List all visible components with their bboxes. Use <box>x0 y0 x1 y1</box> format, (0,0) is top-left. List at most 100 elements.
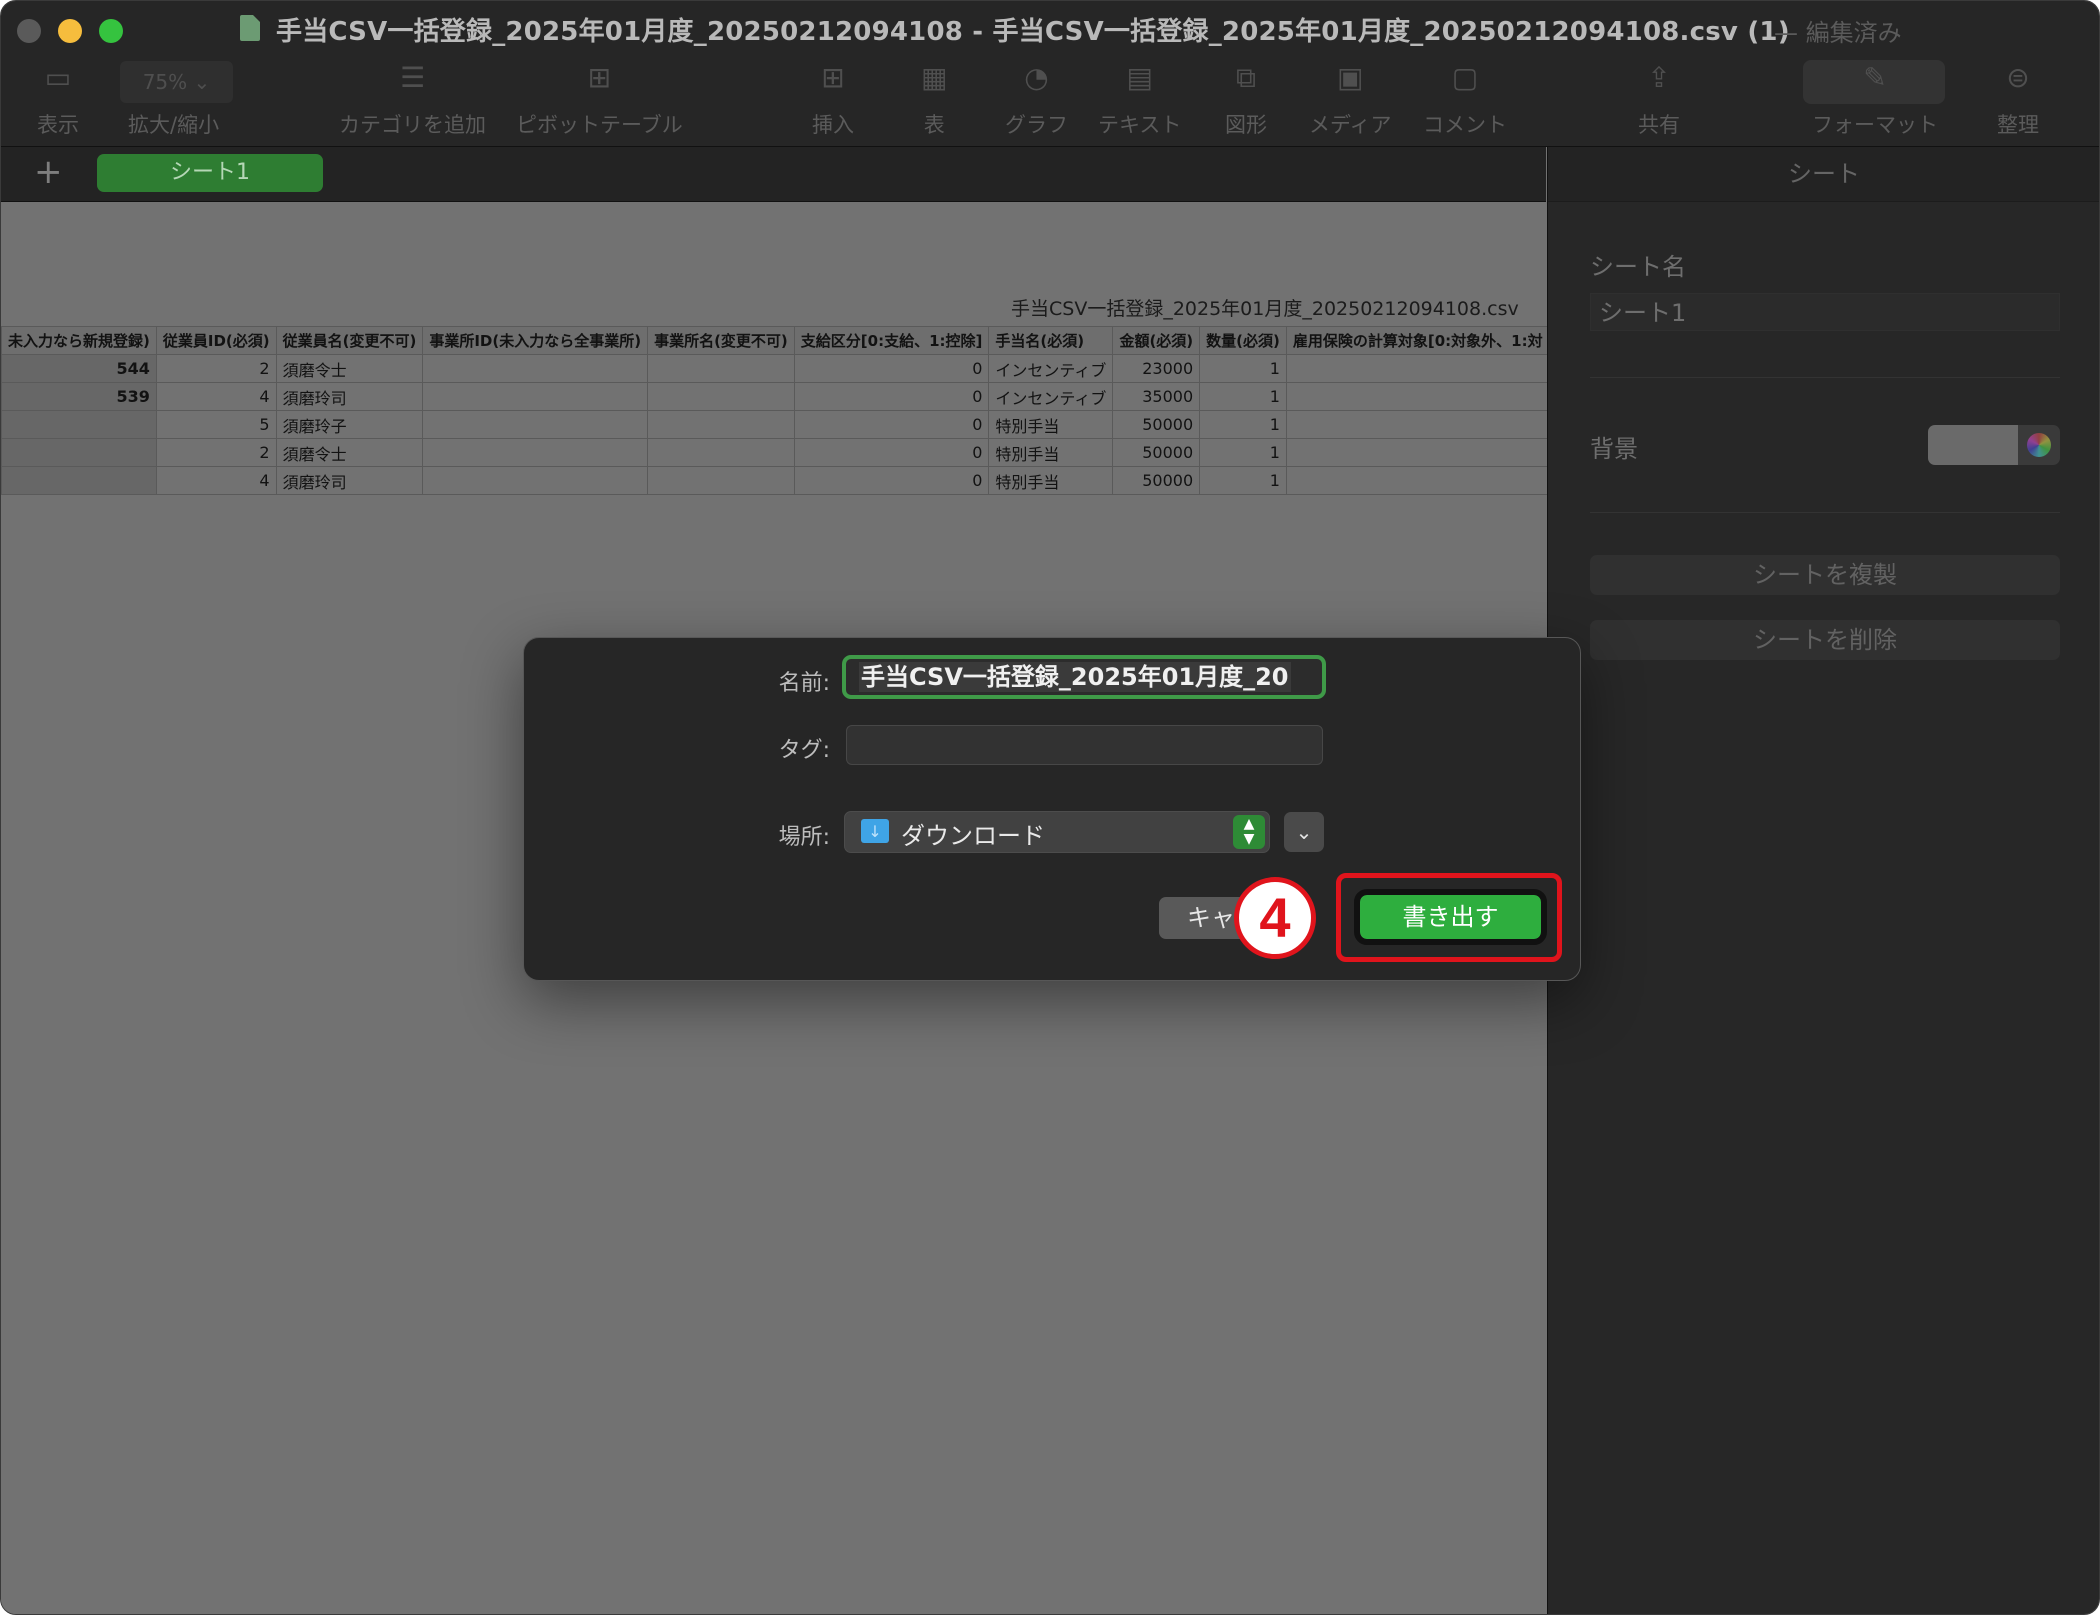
table-cell[interactable]: インセンティブ <box>988 382 1114 411</box>
table-cell[interactable]: 1 <box>1199 382 1287 411</box>
table-cell[interactable]: 0 <box>793 382 990 411</box>
table-cell[interactable]: 539 <box>1 382 157 411</box>
color-wheel-icon[interactable] <box>2018 425 2060 465</box>
toolbar-format-button[interactable]: ✎ フォーマット <box>1812 61 1938 139</box>
table-cell[interactable] <box>1 410 157 439</box>
toolbar-add-category-button[interactable]: ☰ カテゴリを追加 <box>339 61 486 139</box>
table-cell[interactable] <box>647 466 795 495</box>
toolbar-media-button[interactable]: ▣ メディア <box>1309 61 1392 139</box>
table-cell[interactable] <box>422 354 649 383</box>
table-cell[interactable]: 50000 <box>1112 466 1201 495</box>
table-cell[interactable]: 23000 <box>1112 354 1201 383</box>
tags-field[interactable] <box>846 725 1323 765</box>
table-cell[interactable]: 須磨玲司 <box>275 382 424 411</box>
file-name-text: 手当CSV一括登録_2025年01月度_20 <box>859 662 1291 692</box>
plus-icon[interactable]: + <box>34 152 63 192</box>
table-cell[interactable] <box>422 410 649 439</box>
chart-icon: ◔ <box>1024 61 1049 94</box>
window-title: 手当CSV一括登録_2025年01月度_20250212094108 - 手当C… <box>276 17 1790 47</box>
toolbar-chart-button[interactable]: ◔ グラフ <box>1005 61 1068 139</box>
minimize-window-button[interactable] <box>58 19 82 43</box>
column-header[interactable]: 未入力なら新規登録) <box>1 326 157 355</box>
table-cell[interactable]: 須磨玲司 <box>275 466 424 495</box>
table-title: 手当CSV一括登録_2025年01月度_20250212094108.csv <box>1011 298 1519 320</box>
location-value: ダウンロード <box>901 822 1045 850</box>
location-select[interactable]: ダウンロード ▲▼ <box>844 811 1270 853</box>
duplicate-sheet-button[interactable]: シートを複製 <box>1590 555 2060 595</box>
table-cell[interactable]: 4 <box>155 466 277 495</box>
table-cell[interactable]: 35000 <box>1112 382 1201 411</box>
column-header[interactable]: 金額(必須) <box>1112 326 1201 355</box>
toolbar-pivot-table-button[interactable]: ⊞ ピボットテーブル <box>516 61 683 139</box>
table-cell[interactable]: 須磨令士 <box>275 438 424 467</box>
inspector-tab-sheet[interactable]: シート <box>1548 147 2099 202</box>
toolbar-insert-button[interactable]: ⊞ 挿入 <box>812 61 854 139</box>
toolbar-comment-button[interactable]: ▢ コメント <box>1423 61 1507 139</box>
table-cell[interactable]: 特別手当 <box>988 410 1114 439</box>
column-header[interactable]: 支給区分[0:支給、1:控除] <box>793 326 990 355</box>
table-cell[interactable] <box>1285 354 1550 383</box>
table-cell[interactable]: 1 <box>1199 438 1287 467</box>
toolbar-shape-button[interactable]: ⧉ 図形 <box>1225 61 1267 139</box>
table-cell[interactable]: 1 <box>1199 354 1287 383</box>
table-cell[interactable] <box>647 410 795 439</box>
table-cell[interactable]: 1 <box>1199 410 1287 439</box>
table-cell[interactable] <box>422 438 649 467</box>
table-cell[interactable]: 特別手当 <box>988 466 1114 495</box>
toolbar-organize-button[interactable]: ⊜ 整理 <box>1997 61 2039 139</box>
table-cell[interactable] <box>647 354 795 383</box>
toolbar-table-button[interactable]: ▦ 表 <box>921 61 947 139</box>
document-icon <box>240 15 260 41</box>
background-color-swatch[interactable] <box>1928 425 2018 465</box>
column-header[interactable]: 手当名(必須) <box>988 326 1114 355</box>
tags-label: タグ: <box>778 738 830 763</box>
chevron-down-icon[interactable]: ⌄ <box>1284 812 1324 852</box>
table-cell[interactable]: 5 <box>155 410 277 439</box>
table-cell[interactable]: 0 <box>793 466 990 495</box>
table-cell[interactable]: 2 <box>155 354 277 383</box>
table-cell[interactable]: 4 <box>155 382 277 411</box>
table-cell[interactable]: 須磨令士 <box>275 354 424 383</box>
table-cell[interactable] <box>422 382 649 411</box>
column-header[interactable]: 従業員ID(必須) <box>155 326 277 355</box>
column-header[interactable]: 従業員名(変更不可) <box>275 326 424 355</box>
toolbar-label: 共有 <box>1638 113 1680 137</box>
zoom-window-button[interactable] <box>99 19 123 43</box>
table-cell[interactable] <box>1 438 157 467</box>
table-cell[interactable]: 須磨玲子 <box>275 410 424 439</box>
tab-sheet-1[interactable]: シート1 <box>97 154 323 192</box>
table-cell[interactable] <box>1285 466 1550 495</box>
table-cell[interactable]: 0 <box>793 438 990 467</box>
column-header[interactable]: 数量(必須) <box>1199 326 1287 355</box>
toolbar-view-button[interactable]: ▭ 表示 <box>37 61 79 139</box>
toolbar-label: メディア <box>1309 113 1392 137</box>
name-label: 名前: <box>778 671 830 696</box>
table-cell[interactable] <box>647 438 795 467</box>
table-cell[interactable]: 2 <box>155 438 277 467</box>
toolbar-label: フォーマット <box>1812 113 1938 137</box>
table-cell[interactable] <box>647 382 795 411</box>
table-cell[interactable]: インセンティブ <box>988 354 1114 383</box>
table-cell[interactable] <box>1285 438 1550 467</box>
sheet-name-field[interactable]: シート1 <box>1590 293 2060 331</box>
table-cell[interactable]: 1 <box>1199 466 1287 495</box>
delete-sheet-button[interactable]: シートを削除 <box>1590 620 2060 660</box>
column-header[interactable]: 事業所ID(未入力なら全事業所) <box>422 326 649 355</box>
table-cell[interactable]: 544 <box>1 354 157 383</box>
table-cell[interactable]: 0 <box>793 410 990 439</box>
toolbar-share-button[interactable]: ⇪ 共有 <box>1638 61 1680 139</box>
table-cell[interactable] <box>1 466 157 495</box>
column-header[interactable]: 事業所名(変更不可) <box>647 326 795 355</box>
table-cell[interactable]: 50000 <box>1112 438 1201 467</box>
close-window-button[interactable] <box>17 19 41 43</box>
table-cell[interactable] <box>1285 382 1550 411</box>
table-cell[interactable] <box>1285 410 1550 439</box>
column-header[interactable]: 雇用保険の計算対象[0:対象外、1:対 <box>1285 326 1550 355</box>
file-name-field[interactable]: 手当CSV一括登録_2025年01月度_20 <box>842 655 1326 699</box>
table-cell[interactable]: 特別手当 <box>988 438 1114 467</box>
export-button[interactable]: 書き出す <box>1354 889 1547 945</box>
table-cell[interactable]: 0 <box>793 354 990 383</box>
toolbar-text-button[interactable]: ▤ テキスト <box>1098 61 1181 139</box>
table-cell[interactable] <box>422 466 649 495</box>
table-cell[interactable]: 50000 <box>1112 410 1201 439</box>
